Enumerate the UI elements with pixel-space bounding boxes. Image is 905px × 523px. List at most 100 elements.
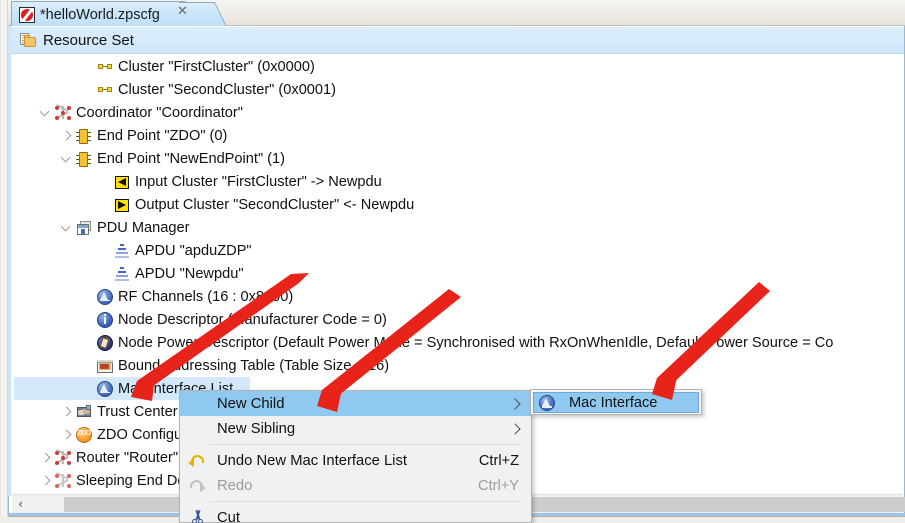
tree-expand-arrow[interactable] xyxy=(38,469,54,492)
node-icon xyxy=(54,103,72,122)
tree-row[interactable]: Node Power Descriptor (Default Power Mod… xyxy=(80,331,833,354)
menu-item-label: Cut xyxy=(217,509,241,523)
apdu-icon xyxy=(113,242,131,260)
tree-expand-arrow[interactable] xyxy=(59,216,75,239)
pdu-manager-icon xyxy=(75,219,93,237)
menu-item-icon xyxy=(185,505,211,523)
undo-icon xyxy=(188,453,206,468)
node-power-descriptor-icon xyxy=(96,334,114,352)
tree-row[interactable]: RF Channels (16 : 0x8000) xyxy=(80,285,293,308)
chevron-right-icon xyxy=(509,397,521,410)
tree-row-label: Node Descriptor (Manufacturer Code = 0) xyxy=(118,311,387,328)
sleeping-node-icon xyxy=(54,471,72,490)
menu-item-accelerator: Ctrl+Y xyxy=(478,477,519,494)
tree-expand-arrow[interactable] xyxy=(38,446,54,469)
menu-item-label: Redo xyxy=(217,477,253,494)
tree-expand-arrow xyxy=(80,354,96,377)
input-cluster-icon xyxy=(113,173,131,191)
menu-item-undo-new-mac-interface-list[interactable]: Undo New Mac Interface List Ctrl+Z xyxy=(180,448,531,473)
tree-row[interactable]: End Point "ZDO" (0) xyxy=(59,124,227,147)
tree-expand-arrow xyxy=(80,55,96,78)
tree-expand-arrow xyxy=(80,377,96,400)
tree-row-label: Bound Addressing Table (Table Size = 16) xyxy=(118,357,390,374)
cluster-icon xyxy=(96,81,114,99)
tree-row-label: End Point "ZDO" (0) xyxy=(97,127,228,144)
mac-interface-icon xyxy=(538,394,555,411)
tree-row[interactable]: Node Descriptor (Manufacturer Code = 0) xyxy=(80,308,387,331)
menu-item-label: New Child xyxy=(217,395,285,412)
binding-table-icon xyxy=(96,357,114,375)
tree-expand-arrow xyxy=(97,239,113,262)
tree-row[interactable]: End Point "NewEndPoint" (1) xyxy=(59,147,285,170)
menu-item-icon xyxy=(185,416,211,441)
tree-expand-arrow[interactable] xyxy=(38,101,54,124)
router-node-icon xyxy=(54,448,72,467)
menu-item-icon xyxy=(185,448,211,473)
tree-row[interactable]: Coordinator "Coordinator" xyxy=(38,101,243,124)
rf-channels-icon xyxy=(96,288,114,306)
resource-set-header[interactable]: Resource Set xyxy=(11,27,904,54)
endpoint-icon xyxy=(75,150,93,168)
tree-expand-arrow[interactable] xyxy=(59,124,75,147)
tree-expand-arrow xyxy=(80,331,96,354)
tree-expand-arrow[interactable] xyxy=(59,400,75,423)
menu-item-label: New Sibling xyxy=(217,420,296,437)
tree-row[interactable]: Router "Router" xyxy=(38,446,178,469)
tree-expand-arrow xyxy=(97,193,113,216)
tree-row[interactable]: Cluster "SecondCluster" (0x0001) xyxy=(80,78,336,101)
menu-item-new-child[interactable]: New Child xyxy=(180,391,531,416)
tree-row-label: End Point "NewEndPoint" (1) xyxy=(97,150,286,167)
menu-item-redo: Redo Ctrl+Y xyxy=(180,473,531,498)
zdo-config-icon: ZDO xyxy=(75,426,93,444)
menu-item-label: Undo New Mac Interface List xyxy=(217,452,407,469)
tree-row[interactable]: APDU "Newpdu" xyxy=(97,262,244,285)
tree-row[interactable]: Output Cluster "SecondCluster" <- Newpdu xyxy=(97,193,414,216)
tree-row-label: Coordinator "Coordinator" xyxy=(76,104,243,121)
tree-row-label: Node Power Descriptor (Default Power Mod… xyxy=(118,334,834,351)
tree-expand-arrow xyxy=(97,170,113,193)
trust-center-icon xyxy=(75,403,93,421)
submenu-item-mac-interface[interactable]: Mac Interface xyxy=(533,392,699,413)
tree-row-label: APDU "Newpdu" xyxy=(135,265,244,282)
menu-item-new-sibling[interactable]: New Sibling xyxy=(180,416,531,441)
zpscfg-file-icon xyxy=(19,6,35,23)
menu-item-icon xyxy=(185,391,211,416)
tree-row-label: Input Cluster "FirstCluster" -> Newpdu xyxy=(135,173,382,190)
resource-set-label: Resource Set xyxy=(43,32,134,49)
scroll-left-button[interactable]: ‹ xyxy=(12,495,29,513)
tree-row[interactable]: APDU "apduZDP" xyxy=(97,239,252,262)
node-descriptor-icon xyxy=(96,311,114,329)
tree-row-label: Output Cluster "SecondCluster" <- Newpdu xyxy=(135,196,415,213)
cut-icon xyxy=(190,509,206,523)
left-gutter-edge xyxy=(0,0,1,523)
endpoint-icon xyxy=(75,127,93,145)
tree-expand-arrow xyxy=(97,262,113,285)
resource-set-divider xyxy=(11,53,904,54)
mac-interface-list-icon xyxy=(96,380,114,398)
tree-expand-arrow xyxy=(80,308,96,331)
editor-tab-helloworld[interactable]: *helloWorld.zpscfg xyxy=(11,1,197,26)
tree-row[interactable]: Bound Addressing Table (Table Size = 16) xyxy=(80,354,389,377)
tab-title: *helloWorld.zpscfg xyxy=(40,6,160,23)
tree-row[interactable]: Cluster "FirstCluster" (0x0000) xyxy=(80,55,315,78)
tree-expand-arrow[interactable] xyxy=(59,423,75,446)
menu-item-accelerator: Ctrl+Z xyxy=(478,452,519,469)
tree-row-label: Cluster "FirstCluster" (0x0000) xyxy=(118,58,315,75)
tree-row-label: Router "Router" xyxy=(76,449,179,466)
eclipse-editor-window: *helloWorld.zpscfg ✕ Resource Set Cluste… xyxy=(0,0,905,523)
tree-row-label: Cluster "SecondCluster" (0x0001) xyxy=(118,81,337,98)
menu-separator xyxy=(210,501,521,502)
tree-row-label: PDU Manager xyxy=(97,219,190,236)
tree-expand-arrow[interactable] xyxy=(59,147,75,170)
new-child-submenu[interactable]: Mac Interface xyxy=(530,389,702,415)
tree-row[interactable]: Input Cluster "FirstCluster" -> Newpdu xyxy=(97,170,382,193)
menu-item-cut[interactable]: Cut xyxy=(180,505,531,523)
tree-row[interactable]: PDU Manager xyxy=(59,216,189,239)
cluster-icon xyxy=(96,58,114,76)
chevron-right-icon xyxy=(509,422,521,435)
resource-set-icon xyxy=(20,32,37,49)
redo-icon xyxy=(188,478,206,493)
context-menu[interactable]: New Child New Sibling Undo New Mac Interfa… xyxy=(179,390,532,523)
tab-close-icon[interactable]: ✕ xyxy=(176,5,189,18)
submenu-item-label: Mac Interface xyxy=(569,394,658,411)
